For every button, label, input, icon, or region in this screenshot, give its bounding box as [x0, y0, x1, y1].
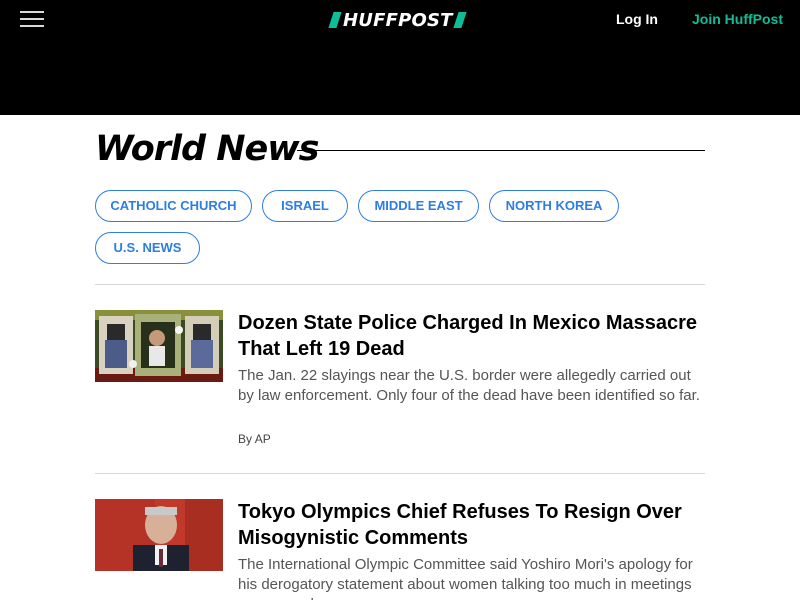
divider — [95, 473, 705, 474]
article-byline: By AP — [238, 432, 271, 446]
article-headline[interactable]: Tokyo Olympics Chief Refuses To Resign O… — [238, 499, 708, 551]
tag-north-korea[interactable]: NORTH KOREA — [489, 190, 619, 222]
menu-icon[interactable] — [20, 11, 44, 29]
article-thumbnail[interactable] — [95, 499, 223, 571]
tag-us-news[interactable]: U.S. NEWS — [95, 232, 200, 264]
login-link[interactable]: Log In — [616, 11, 658, 27]
photo-memorial-portraits — [95, 310, 223, 382]
tag-israel[interactable]: ISRAEL — [262, 190, 348, 222]
top-navigation-bar: HUFFPOST Log In Join HuffPost — [0, 0, 800, 115]
tag-catholic-church[interactable]: CATHOLIC CHURCH — [95, 190, 252, 222]
photo-man-speaking — [95, 499, 223, 571]
huffpost-logo[interactable]: HUFFPOST — [328, 9, 467, 31]
divider — [95, 284, 705, 285]
join-link[interactable]: Join HuffPost — [692, 11, 783, 27]
page-title: World News — [95, 129, 319, 169]
article-description: The International Olympic Committee said… — [238, 556, 693, 600]
article-description: The Jan. 22 slayings near the U.S. borde… — [238, 367, 700, 404]
byline-prefix: By — [238, 432, 253, 446]
article-thumbnail[interactable] — [95, 310, 223, 382]
article-headline[interactable]: Dozen State Police Charged In Mexico Mas… — [238, 310, 708, 362]
byline-author[interactable]: AP — [255, 432, 271, 446]
tag-middle-east[interactable]: MIDDLE EAST — [358, 190, 479, 222]
logo-text: HUFFPOST — [343, 9, 453, 31]
title-rule — [297, 150, 705, 151]
